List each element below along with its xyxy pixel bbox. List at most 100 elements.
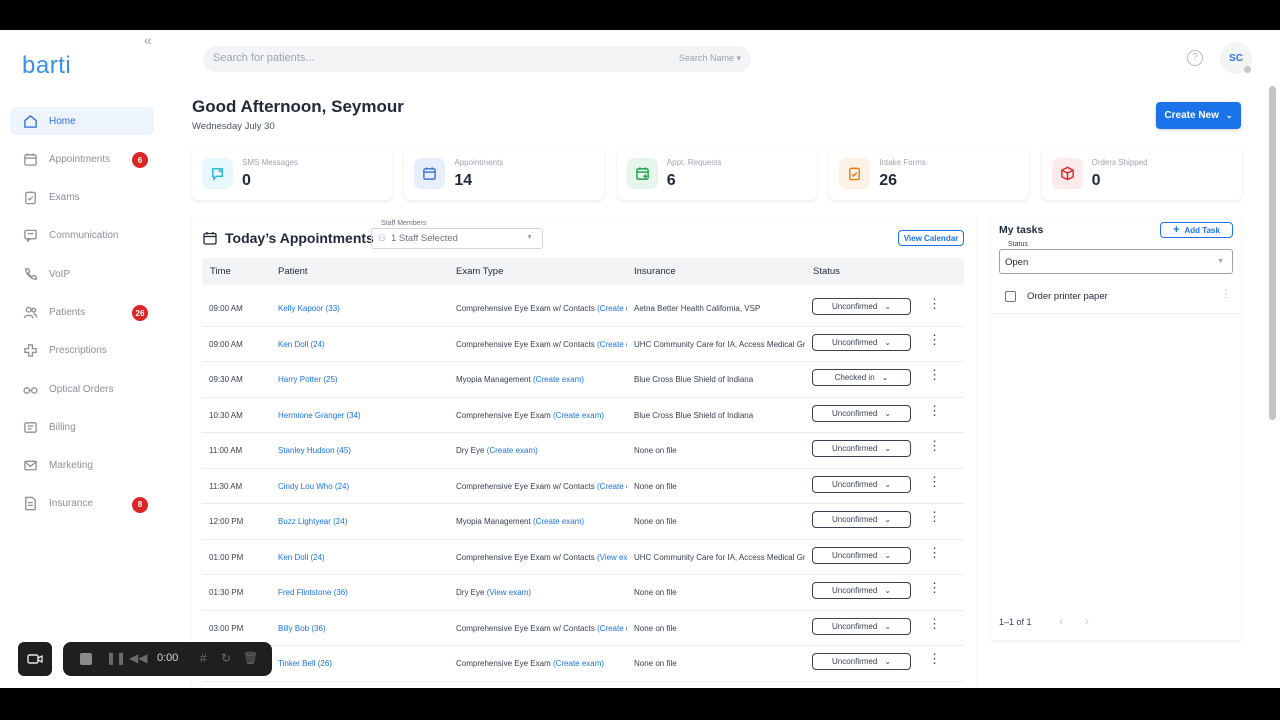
- patient-link[interactable]: Stanley Hudson (45): [278, 446, 351, 455]
- chevron-right-icon[interactable]: ›: [1085, 614, 1089, 628]
- app-logo[interactable]: barti: [22, 52, 71, 80]
- patient-link[interactable]: Tinker Bell (26): [278, 659, 332, 668]
- column-header-time[interactable]: Time: [210, 266, 231, 277]
- more-vertical-icon[interactable]: ⋮: [928, 617, 941, 630]
- status-dropdown[interactable]: Unconfirmed ⌄: [812, 617, 911, 635]
- more-vertical-icon[interactable]: ⋮: [928, 439, 941, 452]
- status-value: Unconfirmed: [831, 337, 878, 347]
- status-dropdown[interactable]: Unconfirmed ⌄: [812, 404, 911, 422]
- patient-link[interactable]: Billy Bob (36): [278, 624, 326, 633]
- table-row: 09:00 AM Ken Doll (24) Comprehensive Eye…: [202, 327, 964, 362]
- sidebar-item-exams[interactable]: Exams: [10, 184, 154, 212]
- patient-link[interactable]: Ken Doll (24): [278, 340, 325, 349]
- create-new-button[interactable]: Create New ⌄: [1156, 102, 1241, 129]
- scrollbar[interactable]: [1269, 86, 1276, 420]
- status-dropdown[interactable]: Unconfirmed ⌄: [812, 582, 911, 599]
- exam-link[interactable]: (Create exam): [553, 411, 604, 420]
- insurance-text: None on file: [634, 481, 677, 491]
- appointment-time: 11:00 AM: [209, 446, 243, 455]
- patient-link[interactable]: Buzz Lightyear (24): [278, 517, 347, 526]
- task-status-select[interactable]: Open ▼: [999, 249, 1233, 274]
- exam-link[interactable]: (View exam): [597, 553, 627, 562]
- stat-card-appointments[interactable]: Appointments 14: [404, 147, 605, 200]
- sidebar-item-insurance[interactable]: Insurance 8: [10, 490, 154, 518]
- more-vertical-icon[interactable]: ⋮: [928, 510, 941, 523]
- pause-icon[interactable]: ❚❚: [106, 651, 126, 665]
- patient-link[interactable]: Cindy Lou Who (24): [278, 482, 349, 491]
- more-vertical-icon[interactable]: ⋮: [928, 475, 941, 488]
- sidebar-item-appointments[interactable]: Appointments 6: [10, 145, 154, 173]
- trash-icon[interactable]: 🗑: [243, 651, 258, 665]
- status-dropdown[interactable]: Checked in ⌄: [812, 369, 911, 386]
- stat-card-sms-messages[interactable]: SMS Messages 0: [192, 147, 392, 200]
- status-dropdown[interactable]: Unconfirmed ⌄: [812, 440, 911, 457]
- stat-card-appt-requests[interactable]: Appt. Requests 6: [616, 147, 817, 200]
- exam-link[interactable]: (Create exam): [533, 375, 584, 384]
- exam-link[interactable]: (Create exam): [553, 659, 604, 668]
- sidebar-item-communication[interactable]: Communication: [10, 222, 154, 250]
- insurance-text: None on file: [634, 623, 677, 633]
- sidebar-item-patients[interactable]: Patients 26: [10, 298, 154, 326]
- more-vertical-icon[interactable]: ⋮: [1221, 289, 1231, 300]
- chevron-left-icon[interactable]: ‹: [1059, 614, 1063, 628]
- table-row: 10:30 AM Hermione Granger (34) Comprehen…: [202, 398, 964, 433]
- sidebar-item-prescriptions[interactable]: Prescriptions: [10, 337, 154, 365]
- collapse-sidebar-icon[interactable]: «: [144, 32, 152, 48]
- more-vertical-icon[interactable]: ⋮: [928, 297, 941, 310]
- status-dropdown[interactable]: Unconfirmed ⌄: [812, 546, 911, 564]
- exam-link[interactable]: (View exam): [487, 588, 531, 597]
- grid-icon[interactable]: #: [200, 651, 207, 665]
- chevron-down-icon: ⌄: [884, 302, 892, 311]
- column-header-insurance[interactable]: Insurance: [634, 266, 676, 277]
- patient-link[interactable]: Harry Potter (25): [278, 375, 338, 384]
- search-input[interactable]: Search for patients...: [213, 52, 315, 64]
- exam-link[interactable]: (Create exam): [597, 304, 627, 313]
- sidebar-item-billing[interactable]: Billing: [10, 413, 154, 441]
- patient-link[interactable]: Kelly Kapoor (33): [278, 304, 340, 313]
- column-header-status[interactable]: Status: [813, 266, 840, 277]
- insurance-text: None on file: [634, 588, 677, 597]
- search-mode-label: Search Name: [678, 53, 734, 63]
- status-dropdown[interactable]: Unconfirmed ⌄: [812, 298, 911, 315]
- more-vertical-icon[interactable]: ⋮: [928, 581, 941, 594]
- exam-link[interactable]: (Create exam): [597, 482, 627, 491]
- status-dropdown[interactable]: Unconfirmed ⌄: [812, 333, 911, 351]
- patient-link[interactable]: Hermione Granger (34): [278, 411, 361, 420]
- search-bar[interactable]: Search for patients... Search Name ▾: [203, 46, 751, 72]
- more-vertical-icon[interactable]: ⋮: [928, 333, 941, 346]
- staff-members-select[interactable]: ⚇ 1 Staff Selected ▼: [371, 228, 543, 249]
- sidebar-item-optical-orders[interactable]: Optical Orders: [10, 375, 154, 403]
- add-task-button[interactable]: + Add Task: [1160, 222, 1233, 238]
- exam-link[interactable]: (Create exam): [533, 517, 584, 526]
- task-checkbox[interactable]: [1005, 291, 1016, 302]
- chevron-down-icon: ⌄: [1225, 111, 1233, 120]
- rewind-icon[interactable]: ◀◀: [129, 651, 147, 665]
- more-vertical-icon[interactable]: ⋮: [928, 368, 941, 381]
- more-vertical-icon[interactable]: ⋮: [928, 652, 941, 665]
- status-dropdown[interactable]: Unconfirmed ⌄: [812, 475, 911, 493]
- stat-card-intake-forms[interactable]: Intake Forms 26: [829, 147, 1030, 200]
- status-dropdown[interactable]: Unconfirmed ⌄: [812, 653, 911, 670]
- sidebar-item-home[interactable]: Home: [10, 107, 154, 135]
- sidebar-item-marketing[interactable]: Marketing: [10, 452, 154, 480]
- stop-icon[interactable]: [80, 653, 92, 665]
- column-header-exam-type[interactable]: Exam Type: [456, 266, 503, 277]
- view-calendar-button[interactable]: View Calendar: [898, 230, 964, 246]
- camera-button[interactable]: [18, 642, 52, 676]
- help-icon[interactable]: ?: [1187, 50, 1203, 66]
- more-vertical-icon[interactable]: ⋮: [928, 546, 941, 559]
- chevron-down-icon: ⌄: [884, 550, 892, 560]
- more-vertical-icon[interactable]: ⋮: [928, 404, 941, 417]
- sidebar-item-voip[interactable]: VoIP: [10, 260, 154, 288]
- restart-icon[interactable]: ↻: [221, 651, 231, 665]
- column-header-patient[interactable]: Patient: [278, 266, 308, 277]
- patient-link[interactable]: Ken Doll (24): [278, 553, 325, 562]
- search-mode-select[interactable]: Search Name ▾: [679, 53, 741, 64]
- patient-link[interactable]: Fred Flintstone (36): [278, 588, 348, 597]
- exam-link[interactable]: (Create exam): [597, 340, 627, 349]
- exam-link[interactable]: (Create exam): [597, 624, 627, 633]
- status-dropdown[interactable]: Unconfirmed ⌄: [812, 511, 911, 528]
- task-item[interactable]: Order printer paper ⋮: [991, 283, 1241, 314]
- exam-link[interactable]: (Create exam): [487, 446, 538, 455]
- stat-card-orders-shipped[interactable]: Orders Shipped 0: [1041, 147, 1242, 200]
